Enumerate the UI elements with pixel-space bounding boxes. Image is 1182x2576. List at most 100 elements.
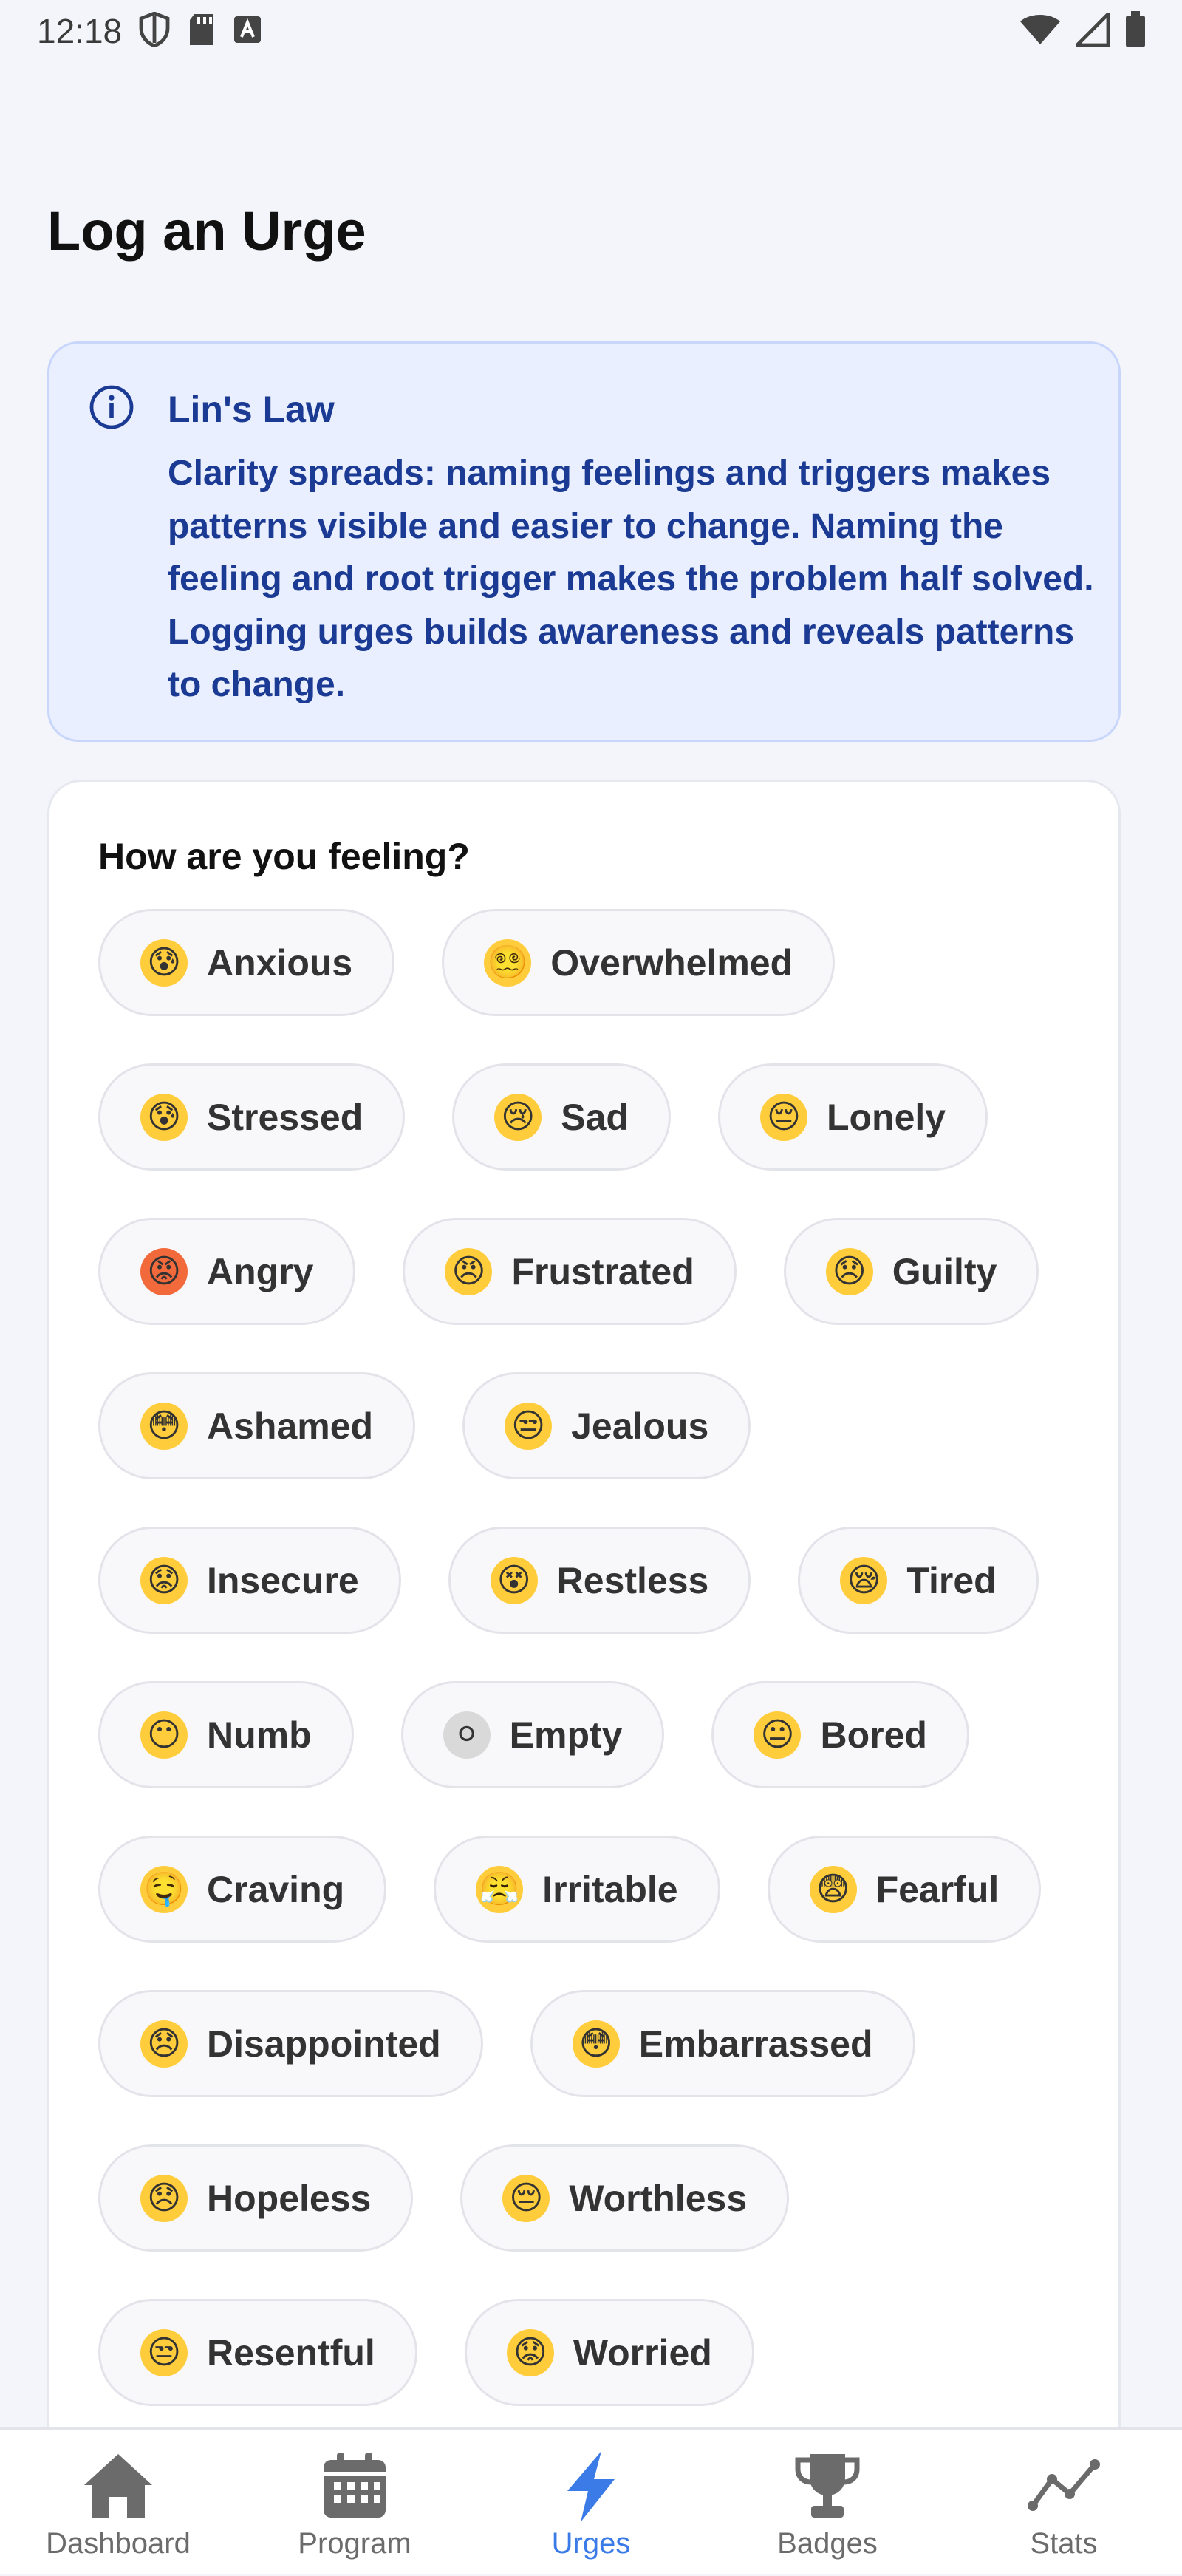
feelings-title: How are you feeling? (98, 836, 470, 877)
emoji-icon: 😪 (840, 1556, 888, 1604)
feeling-chip-label: Guilty (892, 1250, 997, 1292)
emoji-icon: 😒 (505, 1402, 553, 1450)
bottom-nav: Dashboard Program Urges Badges Stats (0, 2427, 1182, 2574)
feeling-chip-label: Bored (820, 1714, 927, 1756)
feeling-chip-hopeless[interactable]: 😞 Hopeless (98, 2144, 414, 2252)
feeling-chip-label: Disappointed (207, 2023, 441, 2065)
emoji-icon: 😟 (506, 2328, 554, 2376)
feeling-chip-lonely[interactable]: 😔 Lonely (717, 1063, 988, 1171)
feeling-chip-bored[interactable]: 😐 Bored (711, 1681, 969, 1788)
cell-signal-icon (1073, 9, 1110, 50)
feeling-chip-restless[interactable]: 😵 Restless (448, 1527, 751, 1634)
home-icon (81, 2450, 155, 2524)
feeling-chip-label: Resentful (207, 2331, 375, 2374)
info-icon (88, 384, 135, 435)
feeling-chip-frustrated[interactable]: 😠 Frustrated (403, 1218, 737, 1325)
nav-item-urges[interactable]: Urges (473, 2430, 709, 2576)
feeling-chip-ashamed[interactable]: 😳 Ashamed (98, 1372, 416, 1479)
feeling-chip-label: Tired (906, 1559, 997, 1601)
feeling-chip-irritable[interactable]: 😤 Irritable (434, 1836, 720, 1943)
emoji-icon: 😰 (140, 1093, 188, 1141)
feeling-chip-label: Hopeless (207, 2177, 372, 2219)
nav-label-stats: Stats (1030, 2527, 1098, 2560)
feeling-chip-craving[interactable]: 🤤 Craving (98, 1836, 387, 1943)
battery-icon (1124, 10, 1147, 52)
wifi-icon (1019, 13, 1061, 50)
emoji-icon: 😵 (490, 1556, 538, 1604)
feeling-chip-label: Sad (561, 1096, 629, 1138)
emoji-icon: 😞 (140, 2020, 188, 2068)
feeling-chip-empty[interactable]: ⚪ Empty (400, 1681, 665, 1788)
feeling-chip-label: Worthless (569, 2177, 748, 2219)
emoji-icon: 😳 (140, 1402, 188, 1450)
sd-card-icon (187, 13, 216, 50)
emoji-icon: 😒 (140, 2328, 188, 2376)
emoji-icon: 😵‍💫 (484, 938, 532, 987)
feeling-chip-label: Irritable (542, 1868, 678, 1910)
feeling-chip-overwhelmed[interactable]: 😵‍💫 Overwhelmed (442, 909, 836, 1016)
feeling-chip-disappointed[interactable]: 😞 Disappointed (98, 1990, 483, 2097)
feeling-chip-label: Stressed (207, 1096, 363, 1138)
feeling-chip-worthless[interactable]: 😔 Worthless (460, 2144, 790, 2252)
feeling-chip-sad[interactable]: 😢 Sad (452, 1063, 671, 1171)
emoji-icon: 😔 (502, 2174, 550, 2222)
feeling-chip-worried[interactable]: 😟 Worried (464, 2299, 754, 2406)
feeling-chip-label: Restless (556, 1559, 709, 1601)
feeling-chip-guilty[interactable]: 😞 Guilty (783, 1218, 1039, 1325)
emoji-icon: 😡 (140, 1247, 188, 1295)
nav-item-dashboard[interactable]: Dashboard (0, 2430, 236, 2576)
feelings-card: How are you feeling? 😰 Anxious 😵‍💫 Overwhel… (47, 780, 1121, 2524)
feeling-chip-label: Insecure (207, 1559, 359, 1601)
status-right (1019, 9, 1147, 52)
info-title: Lin's Law (168, 389, 335, 430)
feeling-chip-label: Anxious (207, 941, 353, 984)
feeling-chip-label: Embarrassed (638, 2023, 873, 2065)
feeling-chip-numb[interactable]: 😶 Numb (98, 1681, 354, 1788)
feeling-chip-list: 😰 Anxious 😵‍💫 Overwhelmed 😰 Stressed 😢 Sad 😔 Lone… (98, 909, 1081, 2406)
status-bar: 12:18 (0, 0, 1182, 62)
feeling-chip-label: Fearful (875, 1868, 1000, 1910)
nav-item-stats[interactable]: Stats (946, 2430, 1182, 2576)
feeling-chip-stressed[interactable]: 😰 Stressed (98, 1063, 406, 1171)
emoji-icon: 😔 (759, 1093, 807, 1141)
feeling-chip-label: Craving (207, 1868, 345, 1910)
emoji-icon: 😰 (140, 938, 188, 987)
nav-label-urges: Urges (551, 2527, 631, 2560)
lightning-icon (561, 2450, 621, 2527)
emoji-icon: 😠 (445, 1247, 493, 1295)
feeling-chip-anxious[interactable]: 😰 Anxious (98, 909, 395, 1016)
feeling-chip-jealous[interactable]: 😒 Jealous (462, 1372, 751, 1479)
feeling-chip-insecure[interactable]: 😟 Insecure (98, 1527, 401, 1634)
emoji-icon: 😤 (476, 1865, 524, 1913)
feeling-chip-resentful[interactable]: 😒 Resentful (98, 2299, 417, 2406)
feeling-chip-label: Empty (509, 1714, 623, 1756)
nav-label-program: Program (298, 2527, 411, 2560)
feeling-chip-fearful[interactable]: 😨 Fearful (767, 1836, 1042, 1943)
nav-item-badges[interactable]: Badges (709, 2430, 946, 2576)
emoji-icon: 😶 (140, 1711, 188, 1759)
text-a-icon (233, 15, 262, 48)
feeling-chip-angry[interactable]: 😡 Angry (98, 1218, 356, 1325)
info-card: Lin's Law Clarity spreads: naming feelin… (47, 341, 1121, 742)
emoji-icon: 😟 (140, 1556, 188, 1604)
feeling-chip-label: Angry (207, 1250, 314, 1292)
trophy-icon (792, 2450, 863, 2524)
feeling-chip-label: Ashamed (207, 1405, 374, 1447)
feeling-chip-label: Overwhelmed (550, 941, 793, 984)
feeling-chip-label: Jealous (571, 1405, 709, 1447)
emoji-icon: 😨 (809, 1865, 857, 1913)
chart-line-icon (1027, 2450, 1101, 2524)
emoji-icon: 🤤 (140, 1865, 188, 1913)
feeling-chip-label: Worried (573, 2331, 712, 2374)
feeling-chip-label: Frustrated (511, 1250, 694, 1292)
status-left: 12:18 (37, 10, 262, 51)
emoji-icon: 😢 (494, 1093, 542, 1141)
feeling-chip-embarrassed[interactable]: 😳 Embarrassed (530, 1990, 915, 2097)
nav-item-program[interactable]: Program (236, 2430, 473, 2576)
emoji-icon: 😐 (754, 1711, 802, 1759)
nav-label-badges: Badges (777, 2527, 878, 2560)
feeling-chip-label: Lonely (826, 1096, 946, 1138)
calendar-icon (319, 2450, 390, 2524)
emoji-icon: 😞 (140, 2174, 188, 2222)
feeling-chip-tired[interactable]: 😪 Tired (798, 1527, 1039, 1634)
